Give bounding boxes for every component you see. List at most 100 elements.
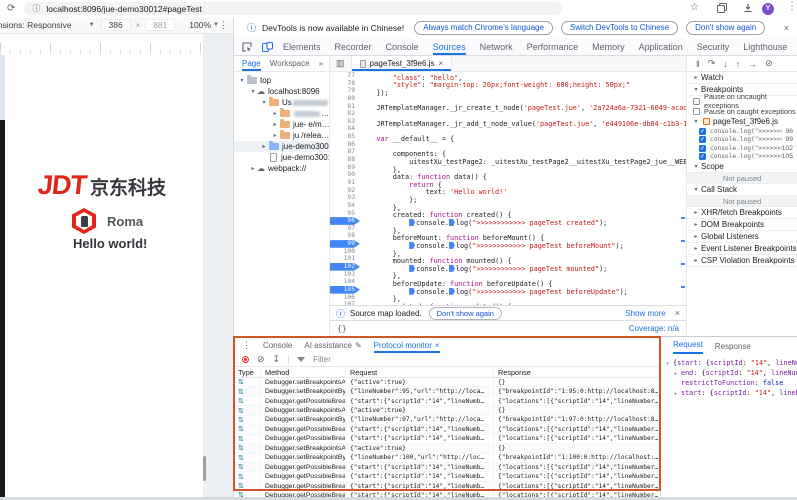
downloads-icon[interactable] [743,3,753,13]
tree-item-us[interactable]: ▾Us [234,97,329,108]
record-icon[interactable] [242,356,249,363]
show-more-link[interactable]: Show more [625,309,665,318]
close-tab-icon[interactable]: × [435,341,440,350]
column-response[interactable]: Response [493,368,661,377]
line-number[interactable]: 91 [330,179,360,187]
line-number[interactable]: 103 [330,271,360,279]
detail-tab-request[interactable]: Request [673,340,703,354]
tab-console[interactable]: Console [386,38,419,55]
chevron-collapsed-icon[interactable]: ▸ [271,132,279,139]
dimensions-select[interactable]: Dimensions: Responsive [0,20,87,30]
line-number[interactable]: 92 [330,187,360,195]
deactivate-breakpoints-icon[interactable]: ⊘ [765,58,773,69]
tab-recorder[interactable]: Recorder [335,38,372,55]
chevron-collapsed-icon[interactable]: ▸ [271,110,279,117]
address-bar[interactable]: ⓘ localhost:8096/jue-demo30012#pageTest [24,2,562,15]
pause-exceptions-row[interactable]: Pause on caught exceptions [687,106,797,116]
inline-breakpoint-icon[interactable] [449,288,455,295]
editor-tab-pagetest[interactable]: pageTest_3f9e6.js × [351,56,453,71]
checkbox-unchecked[interactable] [693,98,700,105]
filter-input[interactable]: Filter [313,355,331,364]
detail-tree-line[interactable]: ▸end: {scriptId: "14", lineNumber: 1 [666,369,797,379]
profile-avatar[interactable]: Y [762,3,774,15]
drawer-tab-ai-assistance[interactable]: AI assistance✎ [304,337,361,353]
tree-item-jue-[interactable]: ▸jue-e/m… [234,119,329,130]
coverage-link[interactable]: Coverage: n/a [629,324,679,333]
tab-lighthouse[interactable]: Lighthouse [743,38,787,55]
line-number[interactable]: 95 [330,210,360,218]
line-number[interactable]: 82 [330,110,360,118]
column-request[interactable]: Request [345,368,493,377]
device-width-field[interactable]: 386 [101,19,131,31]
chevron-expanded-icon[interactable]: ▾ [666,360,673,369]
line-number[interactable]: 94 [330,202,360,210]
tree-item-jue-demo30012[interactable]: jue-demo30012 [234,152,329,163]
breakpoint-marker[interactable]: 99 [330,240,360,248]
chevron-collapsed-icon[interactable]: ▸ [271,121,279,128]
protocol-table-row[interactable]: ⇅Debugger.setBreakpointsA…{"active":true… [234,406,660,415]
breakpoint-marker[interactable]: 105 [330,286,360,294]
section-global-listeners[interactable]: ▸Global Listeners [687,231,797,243]
dont-show-again-button[interactable]: Don't show again [429,307,502,320]
line-number[interactable]: 90 [330,171,360,179]
breakpoint-marker[interactable]: 96 [330,217,360,225]
protocol-table-row[interactable]: ⇅Debugger.getPossibleBrea…{"start":{"scr… [234,482,660,491]
zoom-select[interactable]: 100% ▼ [189,20,219,30]
breakpoint-file-group[interactable]: ▾pageTest_3f9e6.js [687,116,797,127]
protocol-table-row[interactable]: ⇅Debugger.setBreakpointBy…{"lineNumber":… [234,387,660,396]
tree-item-localhost-8096[interactable]: ▾☁localhost:8096 [234,86,329,97]
protocol-table-row[interactable]: ⇅Debugger.setBreakpointBy…{"lineNumber":… [234,416,660,425]
chevron-collapsed-icon[interactable]: ▸ [674,390,681,399]
inline-breakpoint-icon[interactable] [449,265,455,272]
line-number[interactable]: 100 [330,248,360,256]
device-toolbar-toggle-icon[interactable] [262,42,273,52]
line-number[interactable]: 97 [330,225,360,233]
pretty-print-icon[interactable]: {} [337,324,347,333]
line-number[interactable]: 77 [330,72,360,80]
device-height-field[interactable]: 881 [145,19,175,31]
line-number[interactable]: 83 [330,118,360,126]
line-number[interactable]: 86 [330,141,360,149]
line-number[interactable]: 89 [330,164,360,172]
inline-breakpoint-icon[interactable] [409,219,415,226]
inspect-element-icon[interactable] [242,42,252,52]
breakpoint-entry[interactable]: ✓console.log(">>>>>>>>>…99 [687,136,797,145]
protocol-table-row[interactable]: ⇅Debugger.getPossibleBrea…{"start":{"scr… [234,463,660,472]
drawer-tab-protocol-monitor[interactable]: Protocol monitor× [374,337,440,353]
tree-item-redacted[interactable]: ▸… [234,108,329,119]
line-number[interactable]: 98 [330,232,360,240]
tab-network[interactable]: Network [480,38,513,55]
breakpoint-marker[interactable]: 102 [330,263,360,271]
detail-tree-line[interactable]: ▾{start: {scriptId: "14", lineNumber: [666,359,797,369]
breakpoint-entry[interactable]: ✓console.log(">>>>>>>>>…102 [687,144,797,153]
line-number[interactable]: 80 [330,95,360,103]
detail-tab-response[interactable]: Response [715,342,751,354]
device-toolbar-menu-icon[interactable]: ⋮ [219,20,228,31]
navigator-toggle-icon[interactable]: ▥ [336,58,345,69]
tab-sources[interactable]: Sources [433,38,466,55]
step-out-icon[interactable]: ↑ [736,59,741,69]
chevron-collapsed-icon[interactable]: ▸ [674,370,681,379]
checkbox-checked[interactable]: ✓ [699,128,706,135]
drawer-tab-console[interactable]: Console [263,337,292,353]
line-number[interactable]: 79 [330,87,360,95]
protocol-table-row[interactable]: ⇅Debugger.getPossibleBrea…{"start":{"scr… [234,397,660,406]
protocol-table-row[interactable]: ⇅Debugger.getPossibleBrea…{"start":{"scr… [234,425,660,434]
clear-icon[interactable]: ⊘ [257,355,265,364]
checkbox-checked[interactable]: ✓ [699,145,706,152]
column-method[interactable]: Method [260,368,345,377]
tree-item-top[interactable]: ▾top [234,75,329,86]
detail-tree-line[interactable]: restrictToFunction: false [666,379,797,389]
close-tab-icon[interactable]: × [438,59,443,68]
checkbox-checked[interactable]: ✓ [699,153,706,160]
chevron-expanded-icon[interactable]: ▾ [249,88,257,95]
protocol-table-row[interactable]: ⇅Debugger.setBreakpointBy…{"lineNumber":… [234,454,660,463]
inline-breakpoint-icon[interactable] [449,219,455,226]
pause-exceptions-row[interactable]: Pause on uncaught exceptions [687,96,797,106]
more-tabs-chevron[interactable]: » [319,59,323,68]
section-dom-breakpoints[interactable]: ▸DOM Breakpoints [687,219,797,231]
chevron-collapsed-icon[interactable]: ▸ [249,165,257,172]
line-number[interactable]: 101 [330,255,360,263]
protocol-table-row[interactable]: ⇅Debugger.getPossibleBrea…{"start":{"scr… [234,472,660,481]
tab-memory[interactable]: Memory [592,38,625,55]
